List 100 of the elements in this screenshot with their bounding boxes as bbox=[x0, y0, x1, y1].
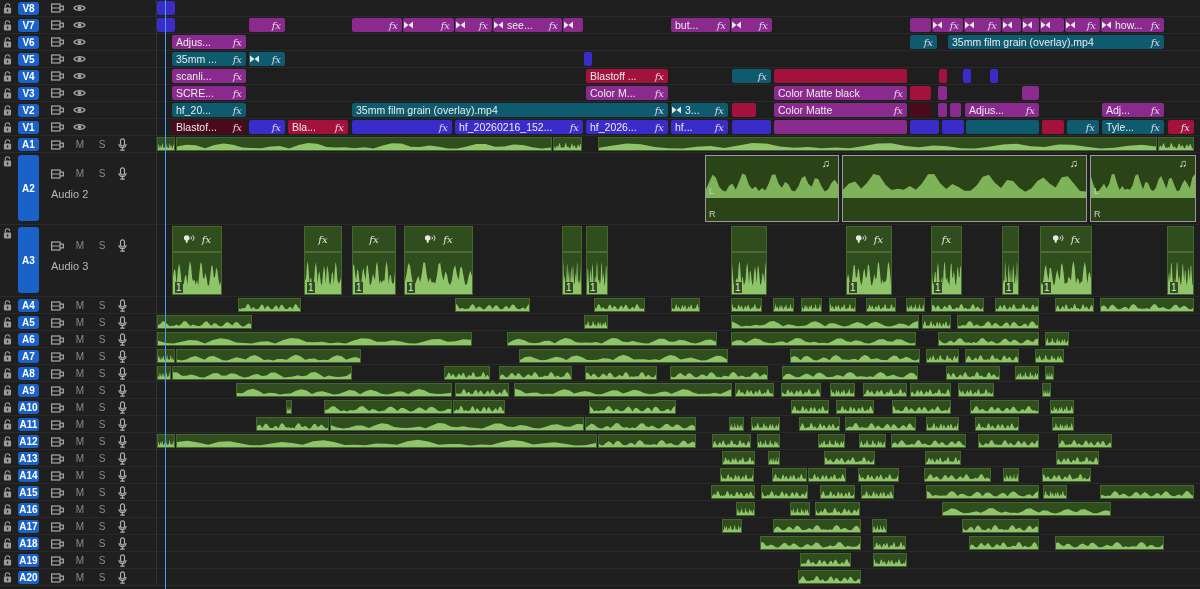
fx-badge[interactable]: fx bbox=[941, 233, 952, 245]
mute-button[interactable]: M bbox=[73, 385, 87, 396]
mute-button[interactable]: M bbox=[73, 470, 87, 481]
video-clip[interactable]: scanli... fx bbox=[172, 69, 246, 83]
fx-badge[interactable]: fx bbox=[873, 233, 884, 245]
video-clip[interactable]: see... fx bbox=[493, 18, 562, 32]
solo-button[interactable]: S bbox=[95, 521, 109, 532]
fx-badge[interactable]: fx bbox=[1085, 121, 1095, 133]
track-target-button[interactable]: V2 bbox=[18, 104, 39, 117]
track-target-button[interactable]: A11 bbox=[18, 418, 39, 431]
track-target-button[interactable]: A15 bbox=[18, 486, 39, 499]
track-target-button[interactable]: A13 bbox=[18, 452, 39, 465]
fx-badge[interactable]: fx bbox=[440, 19, 450, 31]
fx-badge[interactable]: fx bbox=[654, 87, 664, 99]
solo-button[interactable]: S bbox=[95, 538, 109, 549]
fx-badge[interactable]: fx bbox=[271, 121, 281, 133]
fx-badge[interactable]: fx bbox=[569, 121, 579, 133]
fx-badge[interactable]: fx bbox=[369, 233, 379, 245]
mute-button[interactable]: M bbox=[73, 168, 87, 179]
mute-button[interactable]: M bbox=[73, 402, 87, 413]
mute-button[interactable]: M bbox=[73, 300, 87, 311]
video-clip[interactable]: fx bbox=[403, 18, 454, 32]
audio-clip[interactable]: ♫ L R bbox=[705, 155, 839, 222]
video-clip[interactable]: hf... fx bbox=[671, 120, 728, 134]
fx-badge[interactable]: fx bbox=[1150, 121, 1160, 133]
solo-button[interactable]: S bbox=[95, 300, 109, 311]
fx-badge[interactable]: fx bbox=[232, 36, 242, 48]
video-clip[interactable]: fx bbox=[249, 18, 285, 32]
mute-button[interactable]: M bbox=[73, 317, 87, 328]
fx-badge[interactable]: fx bbox=[232, 53, 242, 65]
audio-clip[interactable]: fx 1 bbox=[304, 226, 342, 295]
solo-button[interactable]: S bbox=[95, 334, 109, 345]
solo-button[interactable]: S bbox=[95, 572, 109, 583]
audio-clip[interactable]: 1 bbox=[586, 226, 608, 295]
mute-button[interactable]: M bbox=[73, 240, 87, 251]
fx-badge[interactable]: fx bbox=[1150, 36, 1160, 48]
solo-button[interactable]: S bbox=[95, 453, 109, 464]
mute-button[interactable]: M bbox=[73, 453, 87, 464]
video-clip[interactable]: 3... fx bbox=[671, 103, 728, 117]
track-target-button[interactable]: V6 bbox=[18, 36, 39, 49]
video-clip[interactable]: how... fx bbox=[1101, 18, 1164, 32]
fx-badge[interactable]: fx bbox=[232, 104, 242, 116]
video-clip[interactable]: fx bbox=[352, 120, 452, 134]
track-target-button[interactable]: A14 bbox=[18, 469, 39, 482]
fx-badge[interactable]: fx bbox=[654, 104, 664, 116]
track-target-button[interactable]: A3 bbox=[18, 227, 39, 293]
solo-button[interactable]: S bbox=[95, 368, 109, 379]
video-clip[interactable]: fx bbox=[732, 69, 771, 83]
audio-clip[interactable]: 1 bbox=[731, 226, 767, 295]
fx-badge[interactable]: fx bbox=[714, 121, 724, 133]
mute-button[interactable]: M bbox=[73, 487, 87, 498]
audio-clip[interactable]: fx 1 bbox=[931, 226, 962, 295]
fx-badge[interactable]: fx bbox=[893, 87, 903, 99]
fx-badge[interactable]: fx bbox=[1025, 104, 1035, 116]
fx-badge[interactable]: fx bbox=[271, 53, 281, 65]
video-clip[interactable]: Color Matte black fx bbox=[774, 86, 907, 100]
video-clip[interactable]: Color Matte fx bbox=[774, 103, 907, 117]
audio-clip[interactable]: 1 bbox=[1167, 226, 1194, 295]
mute-button[interactable]: M bbox=[73, 351, 87, 362]
solo-button[interactable]: S bbox=[95, 240, 109, 251]
video-clip[interactable]: hf_20... fx bbox=[172, 103, 246, 117]
track-target-button[interactable]: A8 bbox=[18, 367, 39, 380]
video-clip[interactable]: fx bbox=[1065, 18, 1100, 32]
video-clip[interactable]: Color M... fx bbox=[586, 86, 668, 100]
fx-badge[interactable]: fx bbox=[1070, 233, 1081, 245]
video-clip[interactable]: fx bbox=[910, 35, 937, 49]
track-target-button[interactable]: A9 bbox=[18, 384, 39, 397]
mute-button[interactable]: M bbox=[73, 436, 87, 447]
fx-badge[interactable]: fx bbox=[548, 19, 558, 31]
mute-button[interactable]: M bbox=[73, 572, 87, 583]
fx-badge[interactable]: fx bbox=[987, 19, 997, 31]
audio-clip[interactable]: fx 1 bbox=[352, 226, 396, 295]
audio-clip[interactable]: 1 bbox=[1002, 226, 1019, 295]
video-clip[interactable]: Adjus... fx bbox=[965, 103, 1039, 117]
audio-clip[interactable]: ♫ L R bbox=[1090, 155, 1196, 222]
solo-button[interactable]: S bbox=[95, 317, 109, 328]
fx-badge[interactable]: fx bbox=[1150, 19, 1160, 31]
video-clip[interactable]: fx bbox=[964, 18, 1001, 32]
video-clip[interactable]: but... fx bbox=[671, 18, 730, 32]
fx-badge[interactable]: fx bbox=[443, 233, 453, 245]
fx-badge[interactable]: fx bbox=[758, 19, 768, 31]
track-target-button[interactable]: A6 bbox=[18, 333, 39, 346]
track-target-button[interactable]: A18 bbox=[18, 537, 39, 550]
track-target-button[interactable]: V5 bbox=[18, 53, 39, 66]
solo-button[interactable]: S bbox=[95, 555, 109, 566]
track-target-button[interactable]: V7 bbox=[18, 19, 39, 32]
video-clip[interactable]: 35mm ... fx bbox=[172, 52, 246, 66]
track-target-button[interactable]: A1 bbox=[18, 138, 39, 151]
track-target-button[interactable]: A5 bbox=[18, 316, 39, 329]
track-target-button[interactable]: A12 bbox=[18, 435, 39, 448]
fx-badge[interactable]: fx bbox=[318, 233, 328, 245]
fx-badge[interactable]: fx bbox=[714, 104, 724, 116]
fx-badge[interactable]: fx bbox=[1180, 121, 1190, 133]
fx-badge[interactable]: fx bbox=[438, 121, 448, 133]
video-clip[interactable]: fx bbox=[731, 18, 772, 32]
track-target-button[interactable]: A20 bbox=[18, 571, 39, 584]
video-clip[interactable]: Tyle... fx bbox=[1102, 120, 1164, 134]
mute-button[interactable]: M bbox=[73, 521, 87, 532]
track-target-button[interactable]: A4 bbox=[18, 299, 39, 312]
solo-button[interactable]: S bbox=[95, 487, 109, 498]
